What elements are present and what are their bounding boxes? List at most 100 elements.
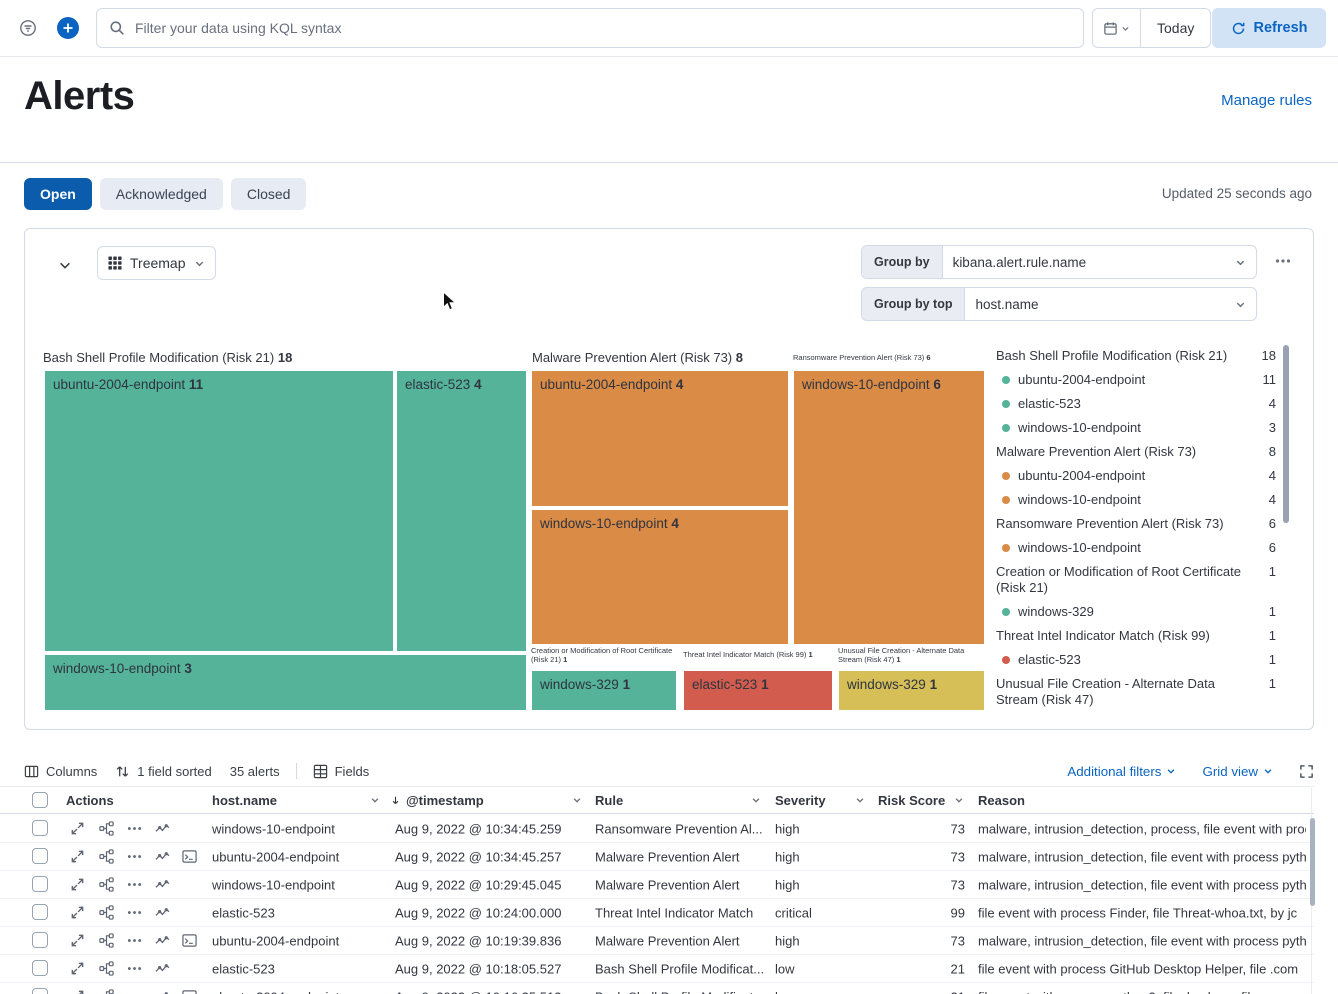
treemap-node[interactable]: windows-10-endpoint 4 xyxy=(530,508,790,646)
row-checkbox[interactable] xyxy=(32,988,48,994)
legend-item[interactable]: Ransomware Prevention Alert (Risk 73)6 xyxy=(996,512,1276,536)
legend-item[interactable]: Unusual File Creation - Alternate Data S… xyxy=(996,672,1276,712)
sort-fields-button[interactable]: 1 field sorted xyxy=(115,764,211,779)
select-all-checkbox[interactable] xyxy=(32,792,48,808)
column-header-reason[interactable]: Reason xyxy=(978,787,1098,813)
more-actions-icon[interactable] xyxy=(127,821,142,836)
expand-alert-icon[interactable] xyxy=(70,989,85,994)
legend-item[interactable]: windows-3291 xyxy=(996,600,1276,624)
expand-alert-icon[interactable] xyxy=(70,849,85,864)
row-checkbox[interactable] xyxy=(32,960,48,976)
date-picker-button[interactable] xyxy=(1093,9,1141,47)
tab-acknowledged[interactable]: Acknowledged xyxy=(100,178,223,210)
column-header-host[interactable]: host.name xyxy=(212,787,380,813)
grid-view-button[interactable]: Grid view xyxy=(1202,764,1273,779)
grid-scrollbar[interactable] xyxy=(1310,818,1315,906)
analyze-event-icon[interactable] xyxy=(99,933,114,948)
more-actions-icon[interactable] xyxy=(127,989,142,994)
chevron-down-icon xyxy=(370,795,380,805)
analyze-event-icon[interactable] xyxy=(99,849,114,864)
legend-item[interactable]: ubuntu-2004-endpoint11 xyxy=(996,368,1276,392)
column-header-severity[interactable]: Severity xyxy=(775,787,865,813)
legend-item[interactable]: Malware Prevention Alert (Risk 73)8 xyxy=(996,440,1276,464)
chart-type-select[interactable]: Treemap xyxy=(97,246,216,280)
legend-item[interactable]: elastic-5231 xyxy=(996,648,1276,672)
row-checkbox[interactable] xyxy=(32,904,48,920)
tab-closed[interactable]: Closed xyxy=(231,178,307,210)
treemap-node[interactable]: ubuntu-2004-endpoint 11 xyxy=(43,369,395,653)
table-row[interactable]: ubuntu-2004-endpoint Aug 9, 2022 @ 10:34… xyxy=(0,843,1314,871)
collapse-chart-button[interactable] xyxy=(51,251,79,279)
more-actions-icon[interactable] xyxy=(127,849,142,864)
fields-button[interactable]: Fields xyxy=(313,764,370,779)
row-checkbox[interactable] xyxy=(32,932,48,948)
table-row[interactable]: ubuntu-2004-endpoint Aug 9, 2022 @ 10:19… xyxy=(0,927,1314,955)
kql-filter-input[interactable] xyxy=(135,20,1071,36)
treemap-node[interactable]: windows-329 1 xyxy=(530,669,678,712)
refresh-button[interactable]: Refresh xyxy=(1212,8,1326,48)
manage-rules-link[interactable]: Manage rules xyxy=(1221,92,1312,109)
investigate-in-timeline-icon[interactable] xyxy=(155,821,170,836)
expand-alert-icon[interactable] xyxy=(70,961,85,976)
group-by-select[interactable]: Group by kibana.alert.rule.name xyxy=(861,245,1257,279)
legend-item[interactable]: windows-10-endpoint3 xyxy=(996,416,1276,440)
investigate-in-timeline-icon[interactable] xyxy=(155,905,170,920)
table-row[interactable]: elastic-523 Aug 9, 2022 @ 10:24:00.000 T… xyxy=(0,899,1314,927)
today-button[interactable]: Today xyxy=(1141,9,1210,47)
tab-open[interactable]: Open xyxy=(24,178,92,210)
treemap-node[interactable]: elastic-523 4 xyxy=(395,369,528,653)
row-checkbox[interactable] xyxy=(32,848,48,864)
expand-alert-icon[interactable] xyxy=(70,821,85,836)
table-row[interactable]: windows-10-endpoint Aug 9, 2022 @ 10:34:… xyxy=(0,815,1314,843)
row-checkbox[interactable] xyxy=(32,820,48,836)
expand-alert-icon[interactable] xyxy=(70,933,85,948)
legend-item[interactable]: elastic-5234 xyxy=(996,392,1276,416)
open-session-view-icon[interactable] xyxy=(182,933,197,948)
legend-dot-icon xyxy=(1002,400,1010,408)
legend-item[interactable]: windows-10-endpoint4 xyxy=(996,488,1276,512)
treemap-node[interactable]: windows-10-endpoint 3 xyxy=(43,653,528,712)
investigate-in-timeline-icon[interactable] xyxy=(155,989,170,994)
investigate-in-timeline-icon[interactable] xyxy=(155,961,170,976)
analyze-event-icon[interactable] xyxy=(99,905,114,920)
expand-alert-icon[interactable] xyxy=(70,877,85,892)
treemap-node[interactable]: ubuntu-2004-endpoint 4 xyxy=(530,369,790,508)
treemap-node[interactable]: elastic-523 1 xyxy=(682,669,834,712)
legend-item[interactable]: Threat Intel Indicator Match (Risk 99)1 xyxy=(996,624,1276,648)
treemap-node[interactable]: windows-329 1 xyxy=(837,669,986,712)
more-actions-icon[interactable] xyxy=(127,933,142,948)
legend-item[interactable]: ubuntu-2004-endpoint4 xyxy=(996,464,1276,488)
investigate-in-timeline-icon[interactable] xyxy=(155,933,170,948)
legend-item[interactable]: Bash Shell Profile Modification (Risk 21… xyxy=(996,344,1276,368)
group-by-top-select[interactable]: Group by top host.name xyxy=(861,287,1257,321)
column-header-rule[interactable]: Rule xyxy=(595,787,761,813)
add-filter-button[interactable] xyxy=(52,12,84,44)
open-session-view-icon[interactable] xyxy=(182,989,197,994)
column-header-timestamp[interactable]: @timestamp xyxy=(390,787,582,813)
legend-item[interactable]: Creation or Modification of Root Certifi… xyxy=(996,560,1276,600)
analyze-event-icon[interactable] xyxy=(99,877,114,892)
investigate-in-timeline-icon[interactable] xyxy=(155,849,170,864)
legend-scrollbar[interactable] xyxy=(1283,345,1289,523)
saved-query-menu-button[interactable] xyxy=(12,12,44,44)
more-actions-icon[interactable] xyxy=(127,877,142,892)
table-row[interactable]: elastic-523 Aug 9, 2022 @ 10:18:05.527 B… xyxy=(0,955,1314,983)
table-row[interactable]: windows-10-endpoint Aug 9, 2022 @ 10:29:… xyxy=(0,871,1314,899)
analyze-event-icon[interactable] xyxy=(99,989,114,994)
column-header-risk-score[interactable]: Risk Score xyxy=(878,787,964,813)
treemap-node[interactable]: windows-10-endpoint 6 xyxy=(792,369,986,646)
table-row[interactable]: ubuntu-2004-endpoint Aug 9, 2022 @ 10:16… xyxy=(0,983,1314,994)
open-session-view-icon[interactable] xyxy=(182,849,197,864)
fullscreen-button[interactable] xyxy=(1299,764,1314,779)
additional-filters-button[interactable]: Additional filters xyxy=(1067,764,1176,779)
more-actions-icon[interactable] xyxy=(127,961,142,976)
legend-item[interactable]: windows-10-endpoint6 xyxy=(996,536,1276,560)
analyze-event-icon[interactable] xyxy=(99,961,114,976)
row-checkbox[interactable] xyxy=(32,876,48,892)
columns-button[interactable]: Columns xyxy=(24,764,97,779)
analyze-event-icon[interactable] xyxy=(99,821,114,836)
chart-options-button[interactable] xyxy=(1275,253,1291,269)
expand-alert-icon[interactable] xyxy=(70,905,85,920)
more-actions-icon[interactable] xyxy=(127,905,142,920)
investigate-in-timeline-icon[interactable] xyxy=(155,877,170,892)
